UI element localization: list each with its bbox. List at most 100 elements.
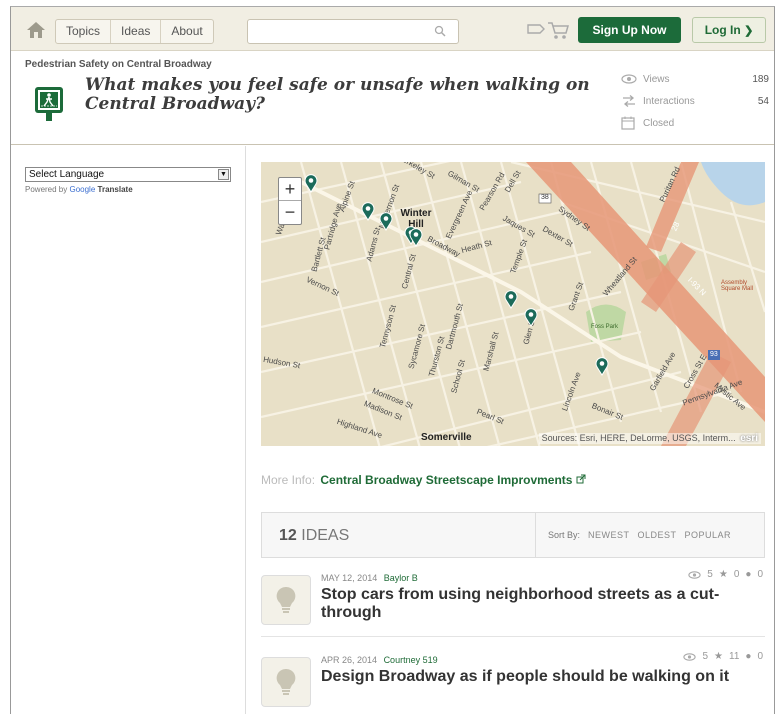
dropdown-arrow-icon: ▼	[218, 169, 229, 180]
map-label-somerville: Somerville	[421, 432, 472, 443]
idea-thumbnail[interactable]	[261, 575, 311, 625]
more-info-label: More Info:	[261, 473, 316, 487]
log-in-button[interactable]: Log In ❯	[692, 17, 766, 43]
language-select[interactable]: Select Language ▼	[25, 167, 231, 182]
ideas-count-label: IDEAS	[301, 527, 350, 544]
lightbulb-icon	[276, 586, 296, 613]
sort-controls: Sort By: NEWEST OLDEST POPULAR	[535, 513, 731, 557]
home-button[interactable]	[21, 17, 51, 43]
idea-title[interactable]: Stop cars from using neighborhood street…	[321, 586, 761, 622]
map-pin[interactable]	[304, 174, 318, 193]
left-sidebar: Select Language ▼ Powered by Google Tran…	[11, 146, 246, 714]
interactions-value: 54	[757, 95, 769, 107]
comment-icon: ●	[745, 651, 752, 662]
zoom-out-button[interactable]: −	[279, 201, 301, 224]
idea-title[interactable]: Design Broadway as if people should be w…	[321, 668, 761, 686]
esri-logo: esri	[740, 433, 758, 444]
map-label-assembly-square: Assembly Square Mall	[721, 280, 754, 292]
idea-item[interactable]: APR 26, 2014 Courtney 519 5 ★ 11 ● 0 Des…	[261, 649, 765, 714]
idea-counts: 5 ★ 11 ● 0	[683, 651, 763, 662]
idea-views: 5	[702, 651, 709, 662]
lightbulb-icon	[276, 668, 296, 695]
sign-up-button[interactable]: Sign Up Now	[578, 17, 681, 43]
ideas-count-number: 12	[279, 527, 297, 544]
sort-popular[interactable]: POPULAR	[685, 530, 732, 540]
topic-title[interactable]: Pedestrian Safety on Central Broadway	[25, 59, 212, 70]
map-pin[interactable]	[379, 212, 393, 231]
idea-stars: 0	[733, 569, 740, 580]
views-value: 189	[752, 73, 769, 85]
search-input[interactable]	[254, 20, 429, 42]
star-icon: ★	[714, 651, 723, 662]
language-select-value: Select Language	[29, 169, 105, 180]
idea-comments: 0	[757, 651, 763, 662]
idea-date: MAY 12, 2014	[321, 573, 378, 583]
nav-about[interactable]: About	[161, 20, 212, 43]
top-nav: Topics Ideas About Sign Up Now Log In ❯	[11, 7, 774, 51]
map-pin[interactable]	[524, 308, 538, 327]
map-label-route-38: 38	[541, 194, 549, 201]
pedestrian-crossing-icon	[35, 87, 63, 121]
map-pin[interactable]	[504, 290, 518, 309]
idea-stars: 11	[729, 651, 740, 662]
zoom-in-button[interactable]: +	[279, 178, 301, 201]
search-box	[247, 19, 459, 44]
more-info: More Info: Central Broadway Streetscape …	[261, 473, 586, 487]
home-icon	[27, 22, 45, 38]
idea-meta: MAY 12, 2014 Baylor B	[321, 573, 418, 583]
chevron-down-icon: ❯	[744, 25, 754, 37]
map-label-route-93: 93	[710, 351, 718, 358]
search-icon[interactable]	[434, 25, 446, 37]
interactions-icon	[623, 95, 635, 107]
question-title: What makes you feel safe or unsafe when …	[85, 75, 590, 114]
idea-item[interactable]: MAY 12, 2014 Baylor B 5 ★ 0 ● 0 Stop car…	[261, 567, 765, 637]
external-link-icon	[576, 474, 586, 484]
cart-icon	[527, 22, 569, 39]
comment-icon: ●	[745, 569, 752, 580]
map-pin[interactable]	[595, 357, 609, 376]
sort-oldest[interactable]: OLDEST	[638, 530, 677, 540]
map-label-foss-park: Foss Park	[591, 324, 619, 330]
idea-views: 5	[707, 569, 713, 580]
map-attribution: Sources: Esri, HERE, DeLorme, USGS, Inte…	[538, 433, 761, 444]
powered-by-label: Powered by	[25, 185, 68, 194]
sort-label: Sort By:	[548, 530, 581, 540]
page-frame: Topics Ideas About Sign Up Now Log In ❯ …	[10, 6, 775, 714]
idea-thumbnail[interactable]	[261, 657, 311, 707]
idea-meta: APR 26, 2014 Courtney 519	[321, 655, 438, 665]
map[interactable]: Winter Hill Broadway Central St Sycamore…	[261, 162, 765, 446]
cart-button[interactable]	[526, 19, 570, 46]
translate-link[interactable]: Translate	[98, 185, 133, 194]
google-logo: Google	[69, 185, 96, 194]
idea-comments: 0	[757, 569, 763, 580]
eye-icon	[683, 652, 697, 661]
stats-panel: Views 189 Interactions 54 Closed	[621, 68, 769, 134]
log-in-label: Log In	[704, 23, 741, 37]
question-header: Pedestrian Safety on Central Broadway Wh…	[11, 52, 774, 145]
idea-counts: 5 ★ 0 ● 0	[688, 569, 763, 580]
interactions-stat: Interactions 54	[621, 90, 769, 112]
idea-author[interactable]: Baylor B	[384, 573, 418, 583]
zoom-control: + −	[278, 177, 302, 225]
map-pin[interactable]	[409, 228, 423, 247]
calendar-icon	[621, 116, 635, 130]
views-stat: Views 189	[621, 68, 769, 90]
nav-links: Topics Ideas About	[55, 19, 214, 44]
nav-topics[interactable]: Topics	[56, 20, 112, 43]
interactions-label: Interactions	[643, 95, 695, 107]
status-label: Closed	[643, 117, 675, 129]
powered-by-google: Powered by Google Translate	[25, 185, 133, 194]
idea-author[interactable]: Courtney 519	[384, 655, 438, 665]
nav-ideas[interactable]: Ideas	[111, 20, 162, 43]
map-attribution-text: Sources: Esri, HERE, DeLorme, USGS, Inte…	[541, 433, 736, 443]
star-icon: ★	[718, 569, 728, 580]
status-stat: Closed	[621, 112, 769, 134]
sort-newest[interactable]: NEWEST	[588, 530, 630, 540]
ideas-toolbar: 12 IDEAS Sort By: NEWEST OLDEST POPULAR	[261, 512, 765, 558]
views-label: Views	[643, 73, 670, 85]
more-info-link[interactable]: Central Broadway Streetscape Improvments	[320, 473, 572, 487]
eye-icon	[688, 570, 701, 579]
map-pin[interactable]	[361, 202, 375, 221]
ideas-count: 12 IDEAS	[279, 527, 349, 545]
eye-icon	[621, 74, 637, 84]
